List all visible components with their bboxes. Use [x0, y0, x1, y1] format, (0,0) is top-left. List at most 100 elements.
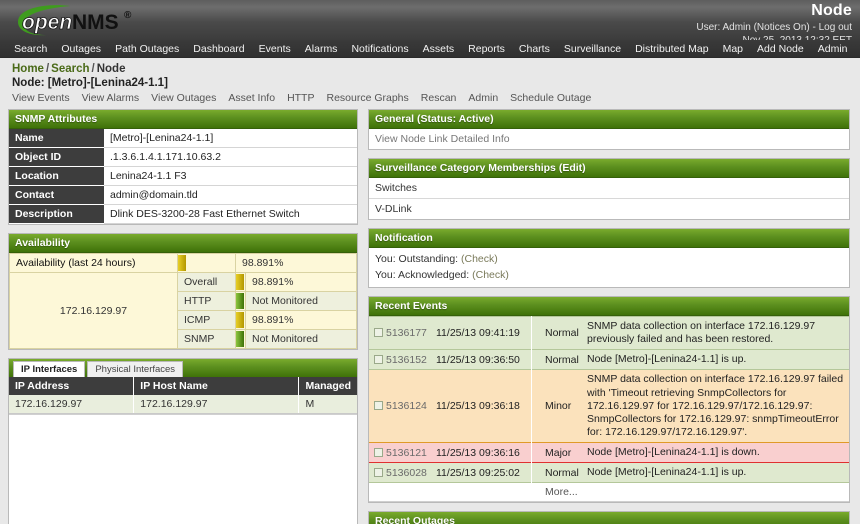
snmp-attribute-row: Contact admin@domain.tld	[9, 185, 357, 205]
nav-item-assets[interactable]: Assets	[423, 43, 455, 55]
event-severity-label: Normal	[540, 316, 582, 350]
node-link-resource-graphs[interactable]: Resource Graphs	[326, 92, 408, 104]
breadcrumb-search[interactable]: Search	[51, 63, 89, 75]
node-link-admin[interactable]: Admin	[468, 92, 498, 104]
availability-service-bar-2	[235, 310, 246, 330]
interface-managed: M	[298, 395, 357, 414]
event-id-link[interactable]: 5136177	[386, 327, 427, 339]
event-row: 5136152 11/25/13 09:36:50 Normal Node [Metr…	[369, 349, 849, 370]
event-row: 5136121 11/25/13 09:36:16 Major Node [Metro…	[369, 442, 849, 463]
event-id-link[interactable]: 5136028	[386, 467, 427, 479]
node-link-asset-info[interactable]: Asset Info	[228, 92, 275, 104]
checkbox-icon[interactable]	[374, 354, 383, 364]
availability-service-name-0: Overall	[177, 272, 236, 292]
logout-link[interactable]: Log out	[819, 22, 852, 33]
event-id-link[interactable]: 5136121	[386, 447, 427, 459]
nav-item-add-node[interactable]: Add Node	[757, 43, 804, 55]
node-link-rescan[interactable]: Rescan	[421, 92, 457, 104]
nav-item-alarms[interactable]: Alarms	[305, 43, 338, 55]
node-link-view-alarms[interactable]: View Alarms	[82, 92, 140, 104]
view-node-link-detailed-info-link[interactable]: View Node Link Detailed Info	[375, 133, 510, 145]
nav-item-reports[interactable]: Reports	[468, 43, 505, 55]
event-id-link[interactable]: 5136152	[386, 354, 427, 366]
nav-item-dashboard[interactable]: Dashboard	[193, 43, 244, 55]
recent-events-body: 5136177 11/25/13 09:41:19 Normal SNMP data …	[369, 316, 849, 503]
general-link-row[interactable]: View Node Link Detailed Info	[369, 129, 849, 149]
interface-hostname[interactable]: 172.16.129.97	[133, 395, 300, 414]
recent-events-table: 5136177 11/25/13 09:41:19 Normal SNMP data …	[369, 316, 849, 503]
node-link-view-events[interactable]: View Events	[12, 92, 70, 104]
interfaces-panel: IP Interfaces Physical Interfaces IP Add…	[8, 358, 358, 524]
breadcrumb: Home / Search / Node	[12, 63, 860, 75]
node-link-schedule-outage[interactable]: Schedule Outage	[510, 92, 591, 104]
checkbox-icon[interactable]	[374, 401, 383, 411]
availability-service-value-0: 98.891%	[245, 272, 357, 292]
event-severity-strip	[531, 462, 540, 483]
event-message: Node [Metro]-[Lenina24-1.1] is up.	[582, 462, 849, 483]
snmp-attribute-key: Description	[9, 204, 104, 224]
event-message: Node [Metro]-[Lenina24-1.1] is down.	[582, 442, 849, 463]
node-link-view-outages[interactable]: View Outages	[151, 92, 216, 104]
notification-body: You: Outstanding: (Check) You: Acknowled…	[369, 248, 849, 287]
events-more-cell: More...	[540, 482, 849, 503]
header-page-title: Node	[811, 2, 852, 19]
tab-physical-interfaces[interactable]: Physical Interfaces	[87, 361, 184, 377]
interfaces-table: IP Address IP Host Name Managed 172.16.1…	[9, 377, 357, 414]
snmp-attribute-key: Name	[9, 129, 104, 148]
nav-item-surveillance[interactable]: Surveillance	[564, 43, 621, 55]
node-link-http[interactable]: HTTP	[287, 92, 314, 104]
event-id-cell: 5136028	[369, 462, 431, 483]
general-body: View Node Link Detailed Info	[369, 129, 849, 149]
availability-title: Availability	[9, 234, 357, 253]
nav-item-distributed-map[interactable]: Distributed Map	[635, 43, 709, 55]
breadcrumb-home[interactable]: Home	[12, 63, 44, 75]
interfaces-tabstrip: IP Interfaces Physical Interfaces	[9, 359, 357, 377]
nav-item-path-outages[interactable]: Path Outages	[115, 43, 179, 55]
snmp-attribute-row: Description Dlink DES-3200-28 Fast Ethern…	[9, 204, 357, 224]
recent-events-title: Recent Events	[369, 297, 849, 316]
node-action-links: View Events View Alarms View Outages Asset …	[12, 92, 860, 104]
checkbox-icon[interactable]	[374, 447, 383, 457]
nav-item-search[interactable]: Search	[14, 43, 47, 55]
nav-item-events[interactable]: Events	[259, 43, 291, 55]
snmp-attributes-panel: SNMP Attributes Name [Metro]-[Lenina24-1.…	[8, 109, 358, 225]
surveillance-body: Switches V-DLink	[369, 178, 849, 219]
availability-service-bar-0	[235, 272, 246, 292]
opennms-logo[interactable]: open NMS ®	[8, 2, 178, 38]
event-severity-label: Normal	[540, 462, 582, 483]
col-ip-hostname: IP Host Name	[133, 377, 300, 395]
surveillance-category-switches: Switches	[369, 178, 849, 199]
checkbox-icon[interactable]	[374, 467, 383, 477]
notification-acknowledged-check-link[interactable]: (Check)	[472, 269, 509, 281]
availability-panel: Availability Availability (last 24 hours…	[8, 233, 358, 350]
surveillance-category-vdlink: V-DLink	[375, 203, 412, 215]
event-row: 5136028 11/25/13 09:25:02 Normal Node [Metr…	[369, 462, 849, 483]
snmp-attributes-title: SNMP Attributes	[9, 110, 357, 129]
availability-table: Availability (last 24 hours) 98.891% 172…	[9, 253, 357, 349]
user-info-block: Node User: Admin (Notices On) - Log out …	[696, 1, 852, 40]
breadcrumb-current: Node	[96, 63, 126, 75]
event-id-link[interactable]: 5136124	[386, 400, 427, 412]
event-message: SNMP data collection on interface 172.16…	[582, 369, 849, 443]
nav-item-map[interactable]: Map	[723, 43, 743, 55]
nav-item-admin[interactable]: Admin	[818, 43, 848, 55]
left-column: SNMP Attributes Name [Metro]-[Lenina24-1.…	[8, 109, 358, 524]
notification-acknowledged-label: You: Acknowledged:	[375, 269, 470, 281]
interfaces-body: IP Address IP Host Name Managed 172.16.1…	[9, 377, 357, 524]
nav-item-outages[interactable]: Outages	[61, 43, 101, 55]
nav-item-notifications[interactable]: Notifications	[351, 43, 408, 55]
notification-outstanding-check-link[interactable]: (Check)	[461, 253, 498, 265]
nav-item-charts[interactable]: Charts	[519, 43, 550, 55]
interface-ip-address[interactable]: 172.16.129.97	[9, 395, 135, 414]
tab-ip-interfaces[interactable]: IP Interfaces	[13, 361, 86, 377]
availability-overall-row: Availability (last 24 hours) 98.891%	[9, 253, 357, 273]
checkbox-icon[interactable]	[374, 328, 383, 338]
availability-service-name-3: SNMP	[177, 329, 236, 349]
general-panel: General (Status: Active) View Node Link …	[368, 109, 850, 150]
events-more-link[interactable]: More...	[545, 486, 578, 498]
event-time: 11/25/13 09:36:16	[431, 442, 532, 463]
header-user-name: User: Admin (Notices On) -	[696, 22, 816, 33]
notification-panel: Notification You: Outstanding: (Check) Y…	[368, 228, 850, 288]
header-user-line: User: Admin (Notices On) - Log out	[696, 22, 852, 35]
availability-service-bar-3	[235, 329, 246, 349]
